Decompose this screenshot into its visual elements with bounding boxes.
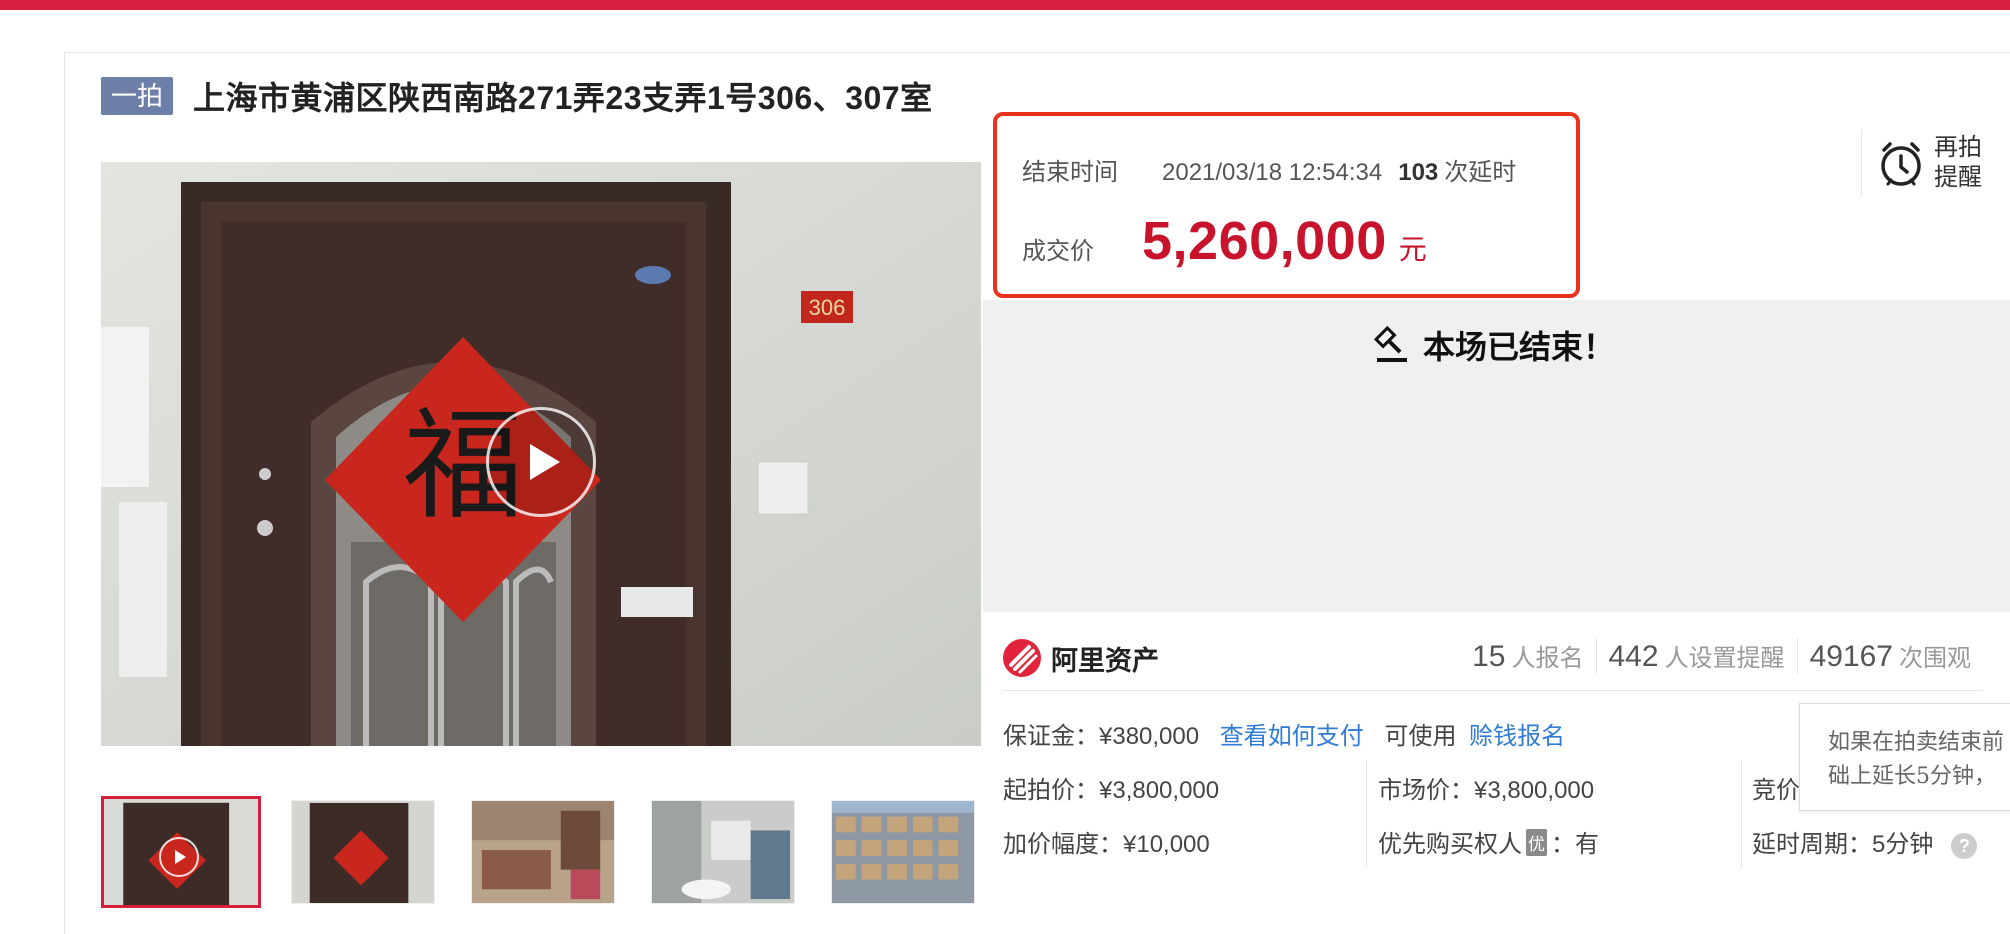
title-row: 一拍 上海市黄浦区陕西南路271弄23支弄1号306、307室 xyxy=(101,76,933,116)
how-to-pay-link[interactable]: 查看如何支付 xyxy=(1220,723,1364,750)
round-badge: 一拍 xyxy=(101,77,174,115)
bathroom-thumbnail xyxy=(652,801,794,903)
tooltip-line: 础上延长5分钟， xyxy=(1828,764,1996,789)
delay-cycle-tooltip: 如果在拍卖结束前 础上延长5分钟， xyxy=(1799,703,2010,811)
stat-label: 人报名 xyxy=(1511,645,1584,672)
stat-value: 442 xyxy=(1608,640,1659,673)
thumbnail-building[interactable] xyxy=(831,800,975,904)
auction-ended-message: 本场已结束！ xyxy=(1373,322,1615,368)
stats-row: 阿里资产 15 人报名 442 人设置提醒 49167 次围观 xyxy=(1003,628,1983,688)
column-divider xyxy=(1741,760,1742,868)
thumbnail-door[interactable] xyxy=(291,800,435,904)
platform-logo[interactable]: 阿里资产 xyxy=(1003,639,1159,678)
door-thumbnail xyxy=(292,801,434,903)
play-icon xyxy=(175,850,186,864)
deal-price-label: 成交价 xyxy=(1022,238,1094,265)
thumbnail-bedroom[interactable] xyxy=(471,800,615,904)
alarm-clock-icon xyxy=(1881,142,1921,186)
svg-text:306: 306 xyxy=(809,295,846,320)
auction-stats: 15 人报名 442 人设置提醒 49167 次围观 xyxy=(1460,638,1983,674)
building-thumbnail xyxy=(832,801,974,903)
deposit-amount: 保证金：¥380,000 xyxy=(1003,723,1200,750)
help-icon[interactable]: ? xyxy=(1951,833,1978,859)
extensions-count: 103 xyxy=(1398,159,1439,186)
divider xyxy=(1003,690,1983,691)
bedroom-thumbnail xyxy=(472,801,614,903)
stat-reminders: 442 人设置提醒 xyxy=(1595,638,1797,674)
end-time-value: 2021/03/18 12:54:34 xyxy=(1162,159,1383,186)
market-price: 市场价：¥3,800,000 xyxy=(1378,777,1595,804)
deal-price-row: 成交价 5,260,000 元 xyxy=(1022,210,1427,272)
auction-ended-text: 本场已结束！ xyxy=(1423,329,1616,365)
auction-hammer-icon xyxy=(1373,325,1407,362)
end-time-label: 结束时间 xyxy=(1022,159,1118,186)
tooltip-line: 如果在拍卖结束前 xyxy=(1828,730,2005,755)
property-title: 上海市黄浦区陕西南路271弄23支弄1号306、307室 xyxy=(193,80,933,116)
platform-name: 阿里资产 xyxy=(1051,645,1159,676)
thumbnail-video[interactable] xyxy=(101,796,261,908)
ali-assets-logo-icon xyxy=(1003,639,1041,677)
priority-buyer-label: 优先购买权人 xyxy=(1378,831,1522,858)
auction-status-area: 本场已结束！ xyxy=(983,300,2010,612)
reminder-label: 再拍提醒 xyxy=(1934,134,1982,191)
thumbnail-bathroom[interactable] xyxy=(651,800,795,904)
stat-value: 49167 xyxy=(1809,640,1893,673)
priority-badge: 优 xyxy=(1526,829,1547,856)
stat-value: 15 xyxy=(1472,640,1506,673)
column-divider xyxy=(1366,760,1367,868)
end-time-row: 结束时间 2021/03/18 12:54:34 103 次延时 xyxy=(1022,152,1516,187)
deal-price-unit: 元 xyxy=(1398,234,1427,265)
delay-cycle: 延时周期：5分钟 xyxy=(1752,831,1934,858)
bid-cycle: 竞价 xyxy=(1752,777,1800,804)
extensions-label: 次延时 xyxy=(1444,159,1517,186)
available-label: 可使用 xyxy=(1384,723,1457,750)
deal-price-value: 5,260,000 xyxy=(1142,211,1387,271)
top-accent-line xyxy=(0,0,2010,10)
bid-increment: 加价幅度：¥10,000 xyxy=(1003,831,1210,858)
stat-label: 人设置提醒 xyxy=(1664,645,1785,672)
reauction-reminder-button[interactable]: 再拍提醒 xyxy=(1861,130,1986,196)
thumbnail-play-button xyxy=(159,837,199,877)
start-price: 起拍价：¥3,800,000 xyxy=(1003,777,1220,804)
stat-views: 49167 次围观 xyxy=(1796,638,1983,674)
video-play-button[interactable] xyxy=(486,407,596,517)
finance-signup-link[interactable]: 赊钱报名 xyxy=(1469,723,1565,750)
play-icon xyxy=(530,444,560,480)
priority-buyer-row: 优先购买权人优：有 xyxy=(1378,824,1599,859)
stat-registrants: 15 人报名 xyxy=(1460,638,1595,674)
main-property-image[interactable]: 福 306 xyxy=(101,162,981,746)
priority-buyer-value: ：有 xyxy=(1551,831,1599,858)
stat-label: 次围观 xyxy=(1899,645,1971,672)
deposit-row: 保证金：¥380,000 查看如何支付 可使用 赊钱报名 xyxy=(1003,716,1565,751)
deal-price-box: 结束时间 2021/03/18 12:54:34 103 次延时 成交价 5,2… xyxy=(993,112,1580,298)
delay-cycle-row: 延时周期：5分钟? xyxy=(1752,824,1978,859)
